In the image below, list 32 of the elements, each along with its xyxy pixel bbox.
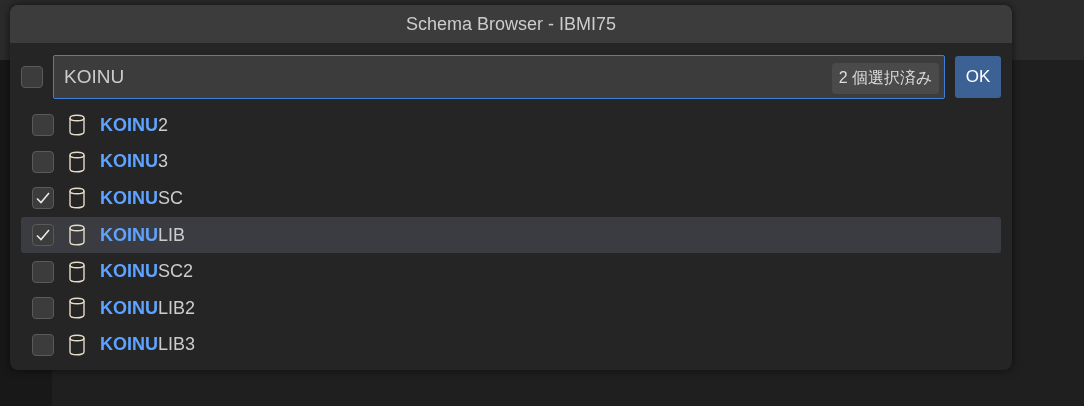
schema-name: KOINULIB: [100, 224, 186, 246]
list-item[interactable]: KOINUSC: [21, 180, 1001, 217]
selection-count-badge: 2 個選択済み: [831, 63, 939, 94]
item-checkbox[interactable]: [32, 114, 54, 137]
select-all-checkbox[interactable]: [21, 66, 43, 88]
database-icon: [66, 113, 88, 138]
database-icon: [66, 259, 88, 284]
item-checkbox[interactable]: [32, 187, 54, 210]
database-icon: [66, 186, 88, 211]
list-item[interactable]: KOINULIB2: [21, 289, 1001, 327]
item-checkbox[interactable]: [32, 150, 54, 173]
item-checkbox[interactable]: [32, 260, 54, 283]
item-checkbox[interactable]: [32, 333, 54, 356]
schema-name: KOINU2: [100, 114, 168, 136]
database-icon: [66, 223, 88, 248]
schema-name: KOINU3: [100, 151, 168, 173]
window-title: Schema Browser - IBMI75: [405, 13, 617, 35]
database-icon: [66, 149, 88, 174]
item-checkbox[interactable]: [32, 297, 54, 320]
schema-name: KOINULIB2: [100, 297, 196, 319]
item-checkbox[interactable]: [32, 224, 54, 247]
database-icon: [66, 296, 88, 321]
ok-button[interactable]: OK: [955, 56, 1001, 98]
list-item[interactable]: KOINUSC2: [21, 253, 1001, 290]
database-icon: [66, 332, 88, 357]
list-item[interactable]: KOINU2: [21, 107, 1001, 144]
list-item[interactable]: KOINULIB3: [21, 326, 1001, 364]
schema-name: KOINULIB3: [100, 334, 196, 356]
schema-name: KOINUSC: [100, 188, 183, 209]
schema-name: KOINUSC2: [100, 261, 193, 283]
list-item[interactable]: KOINU3: [21, 143, 1001, 181]
list-item[interactable]: KOINULIB: [21, 216, 1001, 254]
